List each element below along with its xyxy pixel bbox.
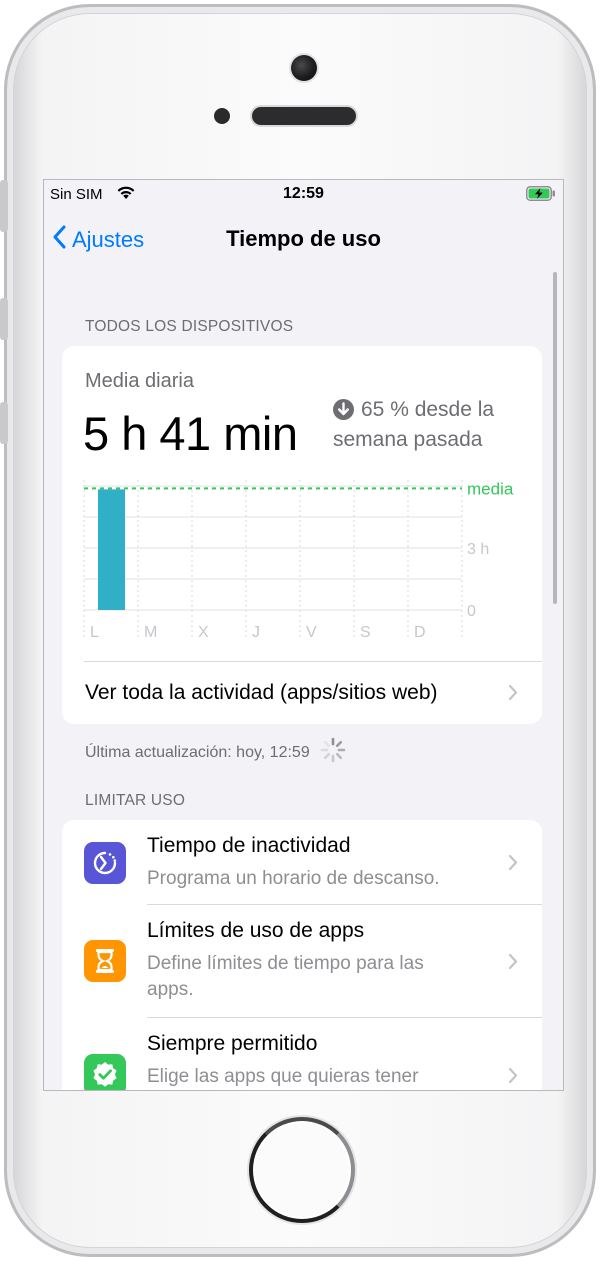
always-allowed-subtitle: Elige las apps que quieras tener: [147, 1066, 419, 1087]
x-tick-label: X: [198, 624, 209, 641]
loading-spinner-icon: [310, 737, 346, 768]
app-limits-row[interactable]: Límites de uso de apps Define límites de…: [62, 905, 542, 1018]
earpiece-speaker: [252, 107, 356, 125]
volume-down-button: [0, 402, 8, 444]
daily-average-label: Media diaria: [85, 370, 194, 392]
see-all-activity-row[interactable]: Ver toda la actividad (apps/sitios web): [84, 661, 542, 723]
daily-average-value: 5 h 41 min: [83, 407, 298, 460]
always-allowed-title: Siempre permitido: [147, 1032, 318, 1055]
always-allowed-row[interactable]: Siempre permitido Elige las apps que qui…: [62, 1018, 542, 1090]
limit-usage-card: Tiempo de inactividad Programa un horari…: [62, 820, 542, 1090]
section-header-limit-usage: LIMITAR USO: [85, 792, 186, 809]
downtime-row[interactable]: Tiempo de inactividad Programa un horari…: [62, 820, 542, 905]
y-tick-label: 0: [467, 603, 476, 620]
home-button[interactable]: [249, 1117, 355, 1223]
chevron-right-icon: [508, 854, 518, 876]
weekly-change-text: 65 % desde la semana pasada: [333, 398, 495, 451]
y-tick-label: 3 h: [467, 541, 489, 558]
bar-L: [98, 489, 125, 610]
downtime-subtitle: Programa un horario de descanso.: [147, 868, 440, 889]
section-header-all-devices: TODOS LOS DISPOSITIVOS: [85, 318, 294, 335]
usage-summary-card: Media diaria 5 h 41 min 65 % desde la se…: [62, 346, 542, 724]
battery-charging-icon: [526, 186, 556, 206]
average-label: media: [467, 479, 514, 498]
proximity-sensor: [214, 108, 230, 124]
hourglass-icon: [84, 940, 126, 982]
x-tick-label: S: [360, 624, 371, 641]
chevron-right-icon: [508, 953, 518, 975]
x-tick-label: D: [414, 624, 426, 641]
page-title: Tiempo de uso: [226, 226, 381, 251]
x-tick-label: L: [90, 624, 99, 641]
status-time: 12:59: [283, 185, 324, 202]
volume-up-button: [0, 298, 8, 340]
mute-switch: [0, 180, 8, 232]
screen: Sin SIM 12:59 Ajustes Tiempo de uso TODO…: [43, 179, 564, 1091]
downtime-icon: [84, 842, 126, 884]
app-limits-title: Límites de uso de apps: [147, 919, 365, 942]
status-bar: Sin SIM 12:59: [44, 180, 563, 208]
app-limits-subtitle: Define límites de tiempo para las apps.: [147, 953, 424, 1000]
chevron-right-icon: [508, 1067, 518, 1089]
downtime-title: Tiempo de inactividad: [147, 834, 351, 857]
scroll-indicator[interactable]: [553, 272, 557, 604]
x-tick-label: J: [252, 624, 260, 641]
x-tick-label: V: [306, 624, 317, 641]
last-updated-row: Última actualización: hoy, 12:59: [85, 737, 346, 768]
navigation-bar: Ajustes Tiempo de uso: [44, 218, 563, 262]
checkmark-badge-icon: [84, 1054, 126, 1090]
last-updated-text: Última actualización: hoy, 12:59: [85, 743, 310, 761]
front-camera: [291, 55, 317, 81]
chevron-right-icon: [508, 684, 518, 706]
weekly-usage-chart: media 3 h 0 L M X J V S D: [83, 479, 514, 641]
x-tick-label: M: [144, 624, 157, 641]
see-all-activity-label: Ver toda la actividad (apps/sitios web): [85, 681, 438, 704]
